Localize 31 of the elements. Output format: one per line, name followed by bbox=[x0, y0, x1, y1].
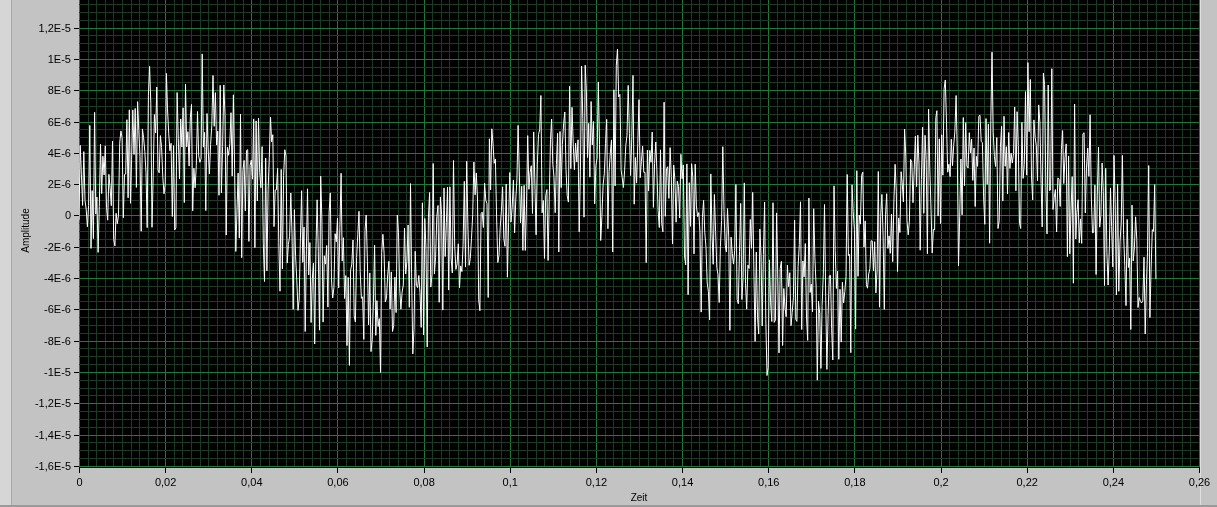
y-tick-label: -8E-6 bbox=[44, 334, 71, 347]
y-tick-label: 8E-6 bbox=[47, 84, 71, 97]
x-tick-label: 0,02 bbox=[154, 476, 177, 488]
x-axis-label: Zeit bbox=[630, 492, 648, 503]
x-tick-label: 0,04 bbox=[241, 476, 263, 488]
x-tick-label: 0,18 bbox=[844, 476, 866, 488]
y-tick-label: -2E-6 bbox=[44, 240, 71, 253]
y-tick-label: -1E-5 bbox=[44, 365, 71, 378]
y-tick-label: -1,4E-5 bbox=[34, 428, 71, 441]
x-tick-label: 0,08 bbox=[413, 476, 435, 488]
y-tick-label: 1E-5 bbox=[47, 52, 71, 65]
y-tick-label: -6E-6 bbox=[44, 303, 71, 316]
y-tick-label: 1,2E-5 bbox=[38, 21, 71, 34]
x-tick-label: 0,14 bbox=[671, 476, 694, 488]
y-tick-label: 4E-6 bbox=[47, 146, 71, 159]
y-tick-label: -4E-6 bbox=[44, 272, 71, 284]
x-tick-label: 0,12 bbox=[585, 476, 608, 488]
x-tick-label: 0,22 bbox=[1016, 476, 1038, 488]
x-tick-label: 0 bbox=[76, 476, 83, 488]
y-axis-label: Amplitude bbox=[18, 207, 32, 253]
x-tick-label: 0,2 bbox=[933, 476, 949, 488]
y-tick-label: 2E-6 bbox=[47, 178, 71, 191]
x-tick-label: 0,1 bbox=[502, 476, 518, 488]
y-tick-label: -1,6E-5 bbox=[34, 459, 71, 472]
x-tick-label: 0,24 bbox=[1102, 476, 1125, 488]
y-tick-label: 0 bbox=[64, 209, 71, 222]
x-tick-label: 0,26 bbox=[1188, 476, 1211, 488]
y-tick-label: -1,2E-5 bbox=[34, 397, 71, 410]
y-tick-label: 6E-6 bbox=[47, 115, 71, 128]
x-tick-label: 0,06 bbox=[327, 476, 349, 488]
x-tick-label: 0,16 bbox=[758, 476, 780, 488]
